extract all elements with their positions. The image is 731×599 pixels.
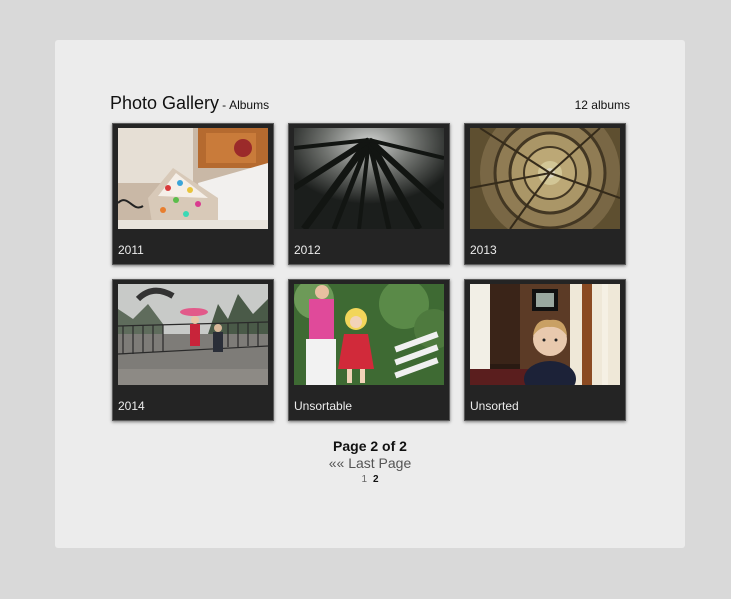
album-count: 12 albums [574, 98, 630, 112]
album-thumbnail[interactable] [118, 128, 268, 229]
album-thumbnail[interactable] [294, 128, 444, 229]
album-tile-unsorted[interactable]: Unsorted [464, 279, 626, 421]
page-link-1[interactable]: 1 [361, 474, 367, 485]
gallery-subtitle: Albums [229, 98, 270, 112]
album-title[interactable]: 2014 [118, 399, 145, 413]
album-title[interactable]: Unsortable [294, 399, 352, 413]
redwood-canopy-photo [294, 128, 444, 229]
page-numbers: 12 [110, 474, 630, 485]
album-thumbnail[interactable] [470, 128, 620, 229]
album-title[interactable]: 2011 [118, 243, 144, 257]
album-title[interactable]: 2012 [294, 243, 321, 257]
rainy-deck-kids-photo [118, 284, 268, 385]
last-page-link[interactable]: «« Last Page [110, 455, 630, 471]
album-tile-unsortable[interactable]: Unsortable [288, 279, 450, 421]
album-title[interactable]: Unsorted [470, 399, 519, 413]
album-tile-2014[interactable]: 2014 [112, 279, 274, 421]
album-thumbnail[interactable] [294, 284, 444, 385]
page-current-2: 2 [373, 474, 379, 485]
gallery-header: Photo Gallery - Albums 12 albums [110, 92, 630, 114]
gallery-title: Photo Gallery [110, 93, 220, 113]
album-thumbnail[interactable] [118, 284, 268, 385]
gingerbread-house-photo [118, 128, 268, 229]
gallery-panel: Photo Gallery - Albums 12 albums 2011 20… [55, 40, 685, 548]
title-separator: - [222, 98, 227, 112]
pagination: Page 2 of 2 «« Last Page 12 [110, 438, 630, 485]
child-in-red-dress-photo [294, 284, 444, 385]
album-thumbnail[interactable] [470, 284, 620, 385]
album-tile-2013[interactable]: 2013 [464, 123, 626, 265]
album-tile-2011[interactable]: 2011 [112, 123, 274, 265]
album-title[interactable]: 2013 [470, 243, 497, 257]
album-tile-2012[interactable]: 2012 [288, 123, 450, 265]
page-indicator: Page 2 of 2 [333, 438, 407, 454]
spiral-staircase-photo [470, 128, 620, 229]
toddler-indoors-photo [470, 284, 620, 385]
page-title: Photo Gallery - Albums [110, 93, 269, 114]
